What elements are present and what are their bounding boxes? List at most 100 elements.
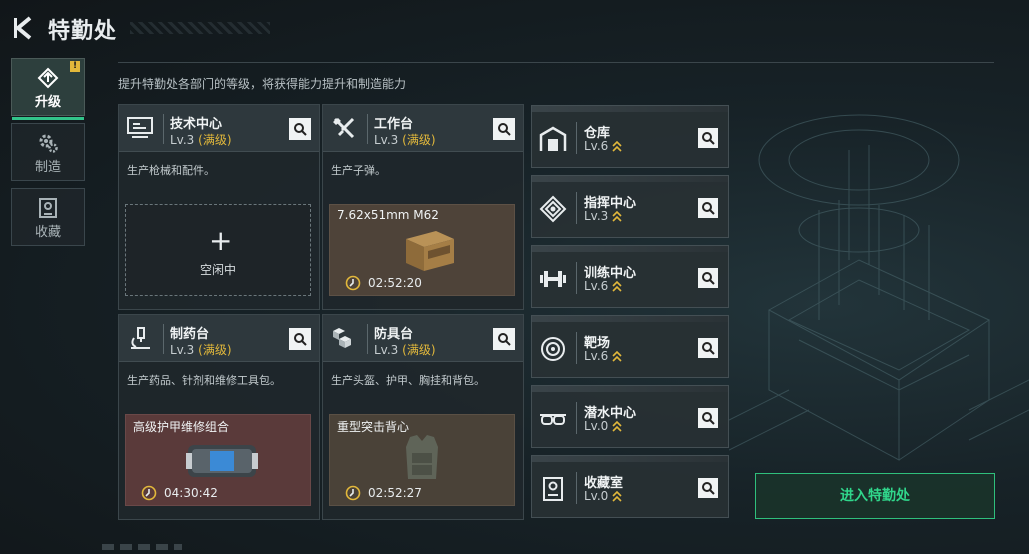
card-header: 制药台 Lv.3 (满级)	[119, 315, 319, 362]
facility-level: Lv.0	[584, 489, 622, 503]
max-level-tag: (满级)	[198, 343, 232, 357]
crafting-timer: 02:52:27	[368, 486, 422, 500]
inspect-button[interactable]	[698, 408, 718, 428]
crafting-timer: 02:52:20	[368, 276, 422, 290]
inspect-button[interactable]	[698, 198, 718, 218]
card-level: Lv.3 (满级)	[374, 131, 436, 148]
card-description: 生产药品、针剂和维修工具包。	[127, 374, 281, 387]
separator	[163, 114, 164, 144]
facility-level: Lv.3	[584, 209, 622, 223]
armor-vest-image	[406, 435, 438, 479]
target-icon	[541, 337, 565, 361]
cubes-icon	[333, 328, 351, 348]
facility-training-center[interactable]: 训练中心 Lv.6	[531, 245, 729, 308]
inspect-button[interactable]	[289, 328, 311, 350]
plus-icon: +	[209, 224, 233, 257]
page-title: 特勤处	[48, 19, 118, 44]
nav-upgrade[interactable]: ! 升级	[11, 58, 85, 120]
max-level-tag: (满级)	[198, 133, 232, 147]
card-title: 制药台	[170, 327, 210, 342]
separator	[576, 402, 577, 434]
search-icon	[294, 123, 307, 136]
back-arrow-icon	[14, 16, 32, 40]
level-value: Lv.0	[584, 419, 609, 433]
facility-diving-center[interactable]: 潜水中心 Lv.0	[531, 385, 729, 448]
ammo-box-image	[406, 231, 454, 271]
max-level-tag: (满级)	[402, 343, 436, 357]
nav-collection[interactable]: 收藏	[11, 188, 85, 246]
facility-card-armor-bench: 防具台 Lv.3 (满级) 生产头盔、护甲、胸挂和背包。 重型突击背心 02:5…	[322, 314, 524, 520]
facility-level: Lv.6	[584, 139, 622, 153]
timer-icon	[345, 485, 361, 501]
level-value: Lv.3	[374, 133, 399, 147]
inspect-button[interactable]	[698, 338, 718, 358]
facility-card-workbench: 工作台 Lv.3 (满级) 生产子弹。 7.62x51mm M62 02:52:…	[322, 104, 524, 310]
separator	[367, 324, 368, 354]
level-value: Lv.6	[584, 279, 609, 293]
card-header: 技术中心 Lv.3 (满级)	[119, 105, 319, 152]
search-icon	[498, 123, 511, 136]
level-value: Lv.3	[170, 343, 195, 357]
inspect-button[interactable]	[698, 128, 718, 148]
facility-warehouse[interactable]: 仓库 Lv.6	[531, 105, 729, 168]
monitor-icon	[127, 117, 153, 138]
card-title: 工作台	[374, 117, 414, 132]
facility-level: Lv.6	[584, 349, 622, 363]
search-icon	[702, 482, 715, 495]
production-slot-idle[interactable]: + 空闲中	[125, 204, 311, 296]
back-button[interactable]	[10, 14, 38, 42]
production-slot-active[interactable]: 7.62x51mm M62 02:52:20	[329, 204, 515, 296]
idle-label: 空闲中	[199, 263, 236, 277]
inspect-button[interactable]	[698, 268, 718, 288]
production-slot-active[interactable]: 重型突击背心 02:52:27	[329, 414, 515, 506]
footer-decoration	[102, 544, 182, 550]
level-value: Lv.3	[170, 133, 195, 147]
card-level: Lv.3 (满级)	[374, 341, 436, 358]
crafting-item-name: 7.62x51mm M62	[337, 208, 439, 222]
level-value: Lv.0	[584, 489, 609, 503]
card-header: 工作台 Lv.3 (满级)	[323, 105, 523, 152]
facility-collection-room[interactable]: 收藏室 Lv.0	[531, 455, 729, 518]
card-title: 防具台	[374, 327, 414, 342]
card-description: 生产头盔、护甲、胸挂和背包。	[331, 374, 485, 387]
search-icon	[702, 272, 715, 285]
level-value: Lv.3	[374, 343, 399, 357]
card-description: 生产枪械和配件。	[127, 164, 215, 177]
divider	[118, 62, 994, 63]
facility-shooting-range[interactable]: 靶场 Lv.6	[531, 315, 729, 378]
upgrade-chevron-icon	[612, 350, 622, 362]
separator	[576, 122, 577, 154]
inspect-button[interactable]	[698, 478, 718, 498]
nav-crafting-label: 制造	[34, 160, 61, 175]
facility-command-center[interactable]: 指挥中心 Lv.3	[531, 175, 729, 238]
separator	[576, 192, 577, 224]
tools-icon	[333, 117, 355, 139]
search-icon	[702, 342, 715, 355]
collection-room-icon	[543, 477, 563, 501]
dumbbell-icon	[540, 271, 566, 287]
separator	[367, 114, 368, 144]
timer-icon	[345, 275, 361, 291]
card-header: 防具台 Lv.3 (满级)	[323, 315, 523, 362]
card-level: Lv.3 (满级)	[170, 341, 232, 358]
inspect-button[interactable]	[289, 118, 311, 140]
command-icon	[539, 195, 567, 223]
microscope-icon	[131, 327, 150, 349]
enter-special-ops-button[interactable]: 进入特勤处	[755, 473, 995, 519]
facility-level: Lv.6	[584, 279, 622, 293]
upgrade-chevron-icon	[612, 280, 622, 292]
inspect-button[interactable]	[493, 328, 515, 350]
inspect-button[interactable]	[493, 118, 515, 140]
production-slot-active[interactable]: 高级护甲维修组合 04:30:42	[125, 414, 311, 506]
search-icon	[294, 333, 307, 346]
nav-crafting[interactable]: 制造	[11, 123, 85, 181]
separator	[576, 472, 577, 504]
title-decoration	[130, 22, 270, 34]
goggles-icon	[540, 414, 566, 425]
timer-icon	[141, 485, 157, 501]
crafting-item-name: 高级护甲维修组合	[133, 420, 230, 434]
level-value: Lv.3	[584, 209, 609, 223]
header: 特勤处	[0, 0, 1029, 56]
facility-card-pharmacy: 制药台 Lv.3 (满级) 生产药品、针剂和维修工具包。 高级护甲维修组合 04…	[118, 314, 320, 520]
level-value: Lv.6	[584, 349, 609, 363]
